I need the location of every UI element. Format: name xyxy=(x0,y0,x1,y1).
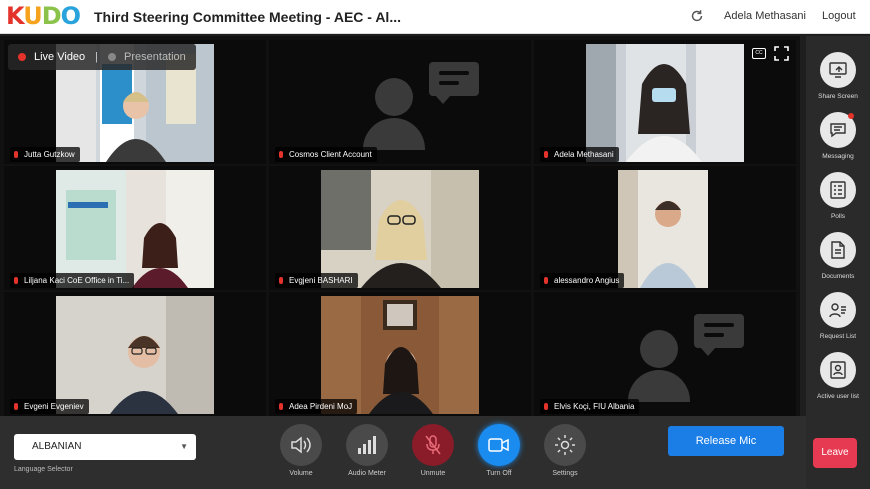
mic-icon xyxy=(544,277,548,284)
presentation-tab[interactable]: Presentation xyxy=(124,51,186,63)
closed-captions-icon[interactable]: CC xyxy=(752,48,766,59)
participant-tile[interactable]: Cosmos Client Account xyxy=(269,40,531,164)
turn-off-label: Turn Off xyxy=(486,470,512,477)
video-grid: Jutta Gutzkow Cosmos Client Account Adel… xyxy=(0,36,800,416)
documents-icon xyxy=(820,232,856,268)
logout-link[interactable]: Logout xyxy=(822,10,856,22)
participant-nameplate: Adea Pirdeni MoJ xyxy=(275,399,358,414)
unread-badge xyxy=(848,113,854,119)
participant-tile[interactable]: Adea Pirdeni MoJ xyxy=(269,292,531,416)
avatar-placeholder-icon xyxy=(359,76,429,150)
participant-nameplate: Cosmos Client Account xyxy=(275,147,377,162)
participant-tile[interactable]: Elvis Koçi, FIU Albania xyxy=(534,292,796,416)
live-indicator-icon xyxy=(18,53,26,61)
documents-button[interactable]: Documents xyxy=(806,232,870,280)
right-sidebar: Share Screen Messaging Polls Documents R… xyxy=(806,36,870,489)
volume-button[interactable]: Volume xyxy=(276,424,326,477)
mic-icon xyxy=(544,403,548,410)
active-user-list-label: Active user list xyxy=(817,393,859,400)
share-screen-button[interactable]: Share Screen xyxy=(806,52,870,100)
camera-button[interactable]: Turn Off xyxy=(474,424,524,477)
kudo-logo: KUDO xyxy=(6,2,81,30)
view-mode-toggle[interactable]: Live Video | Presentation xyxy=(8,44,196,70)
fullscreen-icon[interactable] xyxy=(774,46,789,61)
presentation-indicator-icon xyxy=(108,53,117,61)
chat-bubble-icon xyxy=(694,314,744,356)
participant-video xyxy=(618,170,708,288)
mic-icon xyxy=(279,277,283,284)
language-select-value: ALBANIAN xyxy=(32,441,82,452)
messaging-label: Messaging xyxy=(822,153,854,160)
participant-video xyxy=(56,170,214,288)
unmute-button[interactable]: Unmute xyxy=(408,424,458,477)
participant-nameplate: Adela Methasani xyxy=(540,147,619,162)
messaging-button[interactable]: Messaging xyxy=(806,112,870,160)
bottom-control-bar: ALBANIAN ▼ Language Selector Volume Audi… xyxy=(0,416,806,489)
mic-icon xyxy=(544,151,548,158)
settings-button[interactable]: Settings xyxy=(540,424,590,477)
participant-video xyxy=(56,296,214,414)
release-mic-button[interactable]: Release Mic xyxy=(668,426,784,456)
gear-icon xyxy=(544,424,586,466)
participant-tile[interactable]: Liljana Kaci CoE Office in Ti... xyxy=(4,166,266,290)
audio-meter-button[interactable]: Audio Meter xyxy=(342,424,392,477)
chat-bubble-icon xyxy=(429,62,479,104)
camera-icon xyxy=(478,424,520,466)
participant-nameplate: Evgjeni BASHARI xyxy=(275,273,358,288)
polls-icon xyxy=(820,172,856,208)
polls-label: Polls xyxy=(830,213,846,220)
participant-video xyxy=(321,170,479,288)
documents-label: Documents xyxy=(821,273,855,280)
live-video-tab[interactable]: Live Video xyxy=(34,51,85,63)
share-screen-label: Share Screen xyxy=(818,93,858,100)
participant-nameplate: Jutta Gutzkow xyxy=(10,147,80,162)
leave-button[interactable]: Leave xyxy=(813,438,857,468)
mic-icon xyxy=(14,151,18,158)
messaging-icon xyxy=(820,112,856,148)
language-selector-label: Language Selector xyxy=(14,466,73,473)
participant-nameplate: alessandro Angius xyxy=(540,273,625,288)
mic-muted-icon xyxy=(412,424,454,466)
active-user-list-icon xyxy=(820,352,856,388)
participant-tile[interactable]: Evgeni Evgeniev xyxy=(4,292,266,416)
current-user-name: Adela Methasani xyxy=(724,10,806,22)
participant-video xyxy=(321,296,479,414)
separator: | xyxy=(95,51,99,63)
audio-meter-icon xyxy=(346,424,388,466)
participant-nameplate: Elvis Koçi, FIU Albania xyxy=(540,399,640,414)
unmute-label: Unmute xyxy=(420,470,446,477)
share-screen-icon xyxy=(820,52,856,88)
avatar-placeholder-icon xyxy=(624,328,694,402)
request-list-icon xyxy=(820,292,856,328)
chevron-down-icon: ▼ xyxy=(180,442,188,451)
refresh-icon[interactable] xyxy=(690,9,704,26)
mic-icon xyxy=(279,403,283,410)
volume-icon xyxy=(280,424,322,466)
participant-nameplate: Liljana Kaci CoE Office in Ti... xyxy=(10,273,135,288)
volume-label: Volume xyxy=(289,470,313,477)
participant-video xyxy=(586,44,744,162)
mic-icon xyxy=(14,277,18,284)
participant-tile[interactable]: Evgjeni BASHARI xyxy=(269,166,531,290)
active-user-list-button[interactable]: Active user list xyxy=(806,352,870,400)
top-bar: KUDO Third Steering Committee Meeting - … xyxy=(0,0,870,34)
mic-icon xyxy=(279,151,283,158)
request-list-label: Request List xyxy=(819,333,857,340)
request-list-button[interactable]: Request List xyxy=(806,292,870,340)
participant-tile[interactable]: alessandro Angius xyxy=(534,166,796,290)
language-select[interactable]: ALBANIAN ▼ xyxy=(14,434,196,460)
mic-icon xyxy=(14,403,18,410)
meeting-title: Third Steering Committee Meeting - AEC -… xyxy=(94,9,401,25)
audio-meter-label: Audio Meter xyxy=(348,470,386,477)
participant-nameplate: Evgeni Evgeniev xyxy=(10,399,89,414)
settings-label: Settings xyxy=(552,470,578,477)
polls-button[interactable]: Polls xyxy=(806,172,870,220)
